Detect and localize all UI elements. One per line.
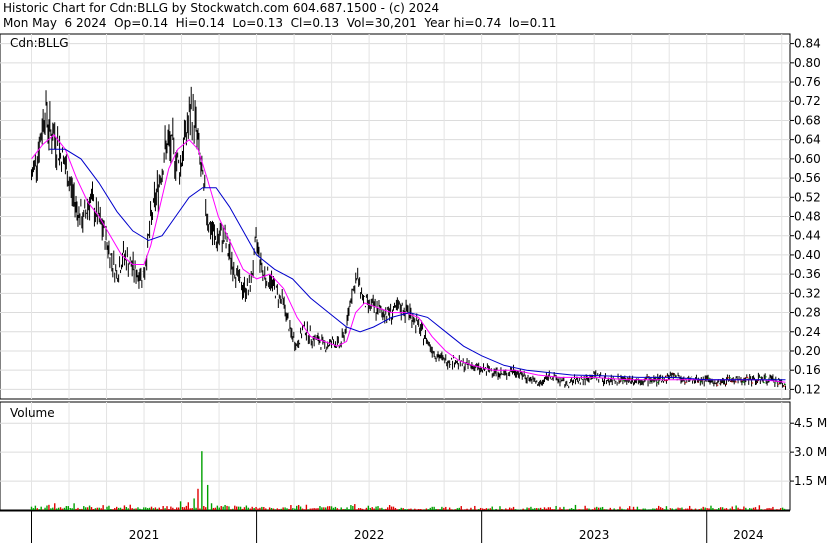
price-tick-label: 0.40 [794,248,821,262]
price-tick-label: 0.32 [794,286,821,300]
volume-panel: 4.5 M 3.0 M 1.5 M Volume [0,401,827,511]
price-tick-label: 0.72 [794,94,821,108]
price-panel: 0.84 0.80 0.76 0.72 0.68 0.64 0.60 0.56 0.52 0.48… [0,33,821,400]
volume-tick-label: 3.0 M [794,445,827,459]
volume-axis: 4.5 M 3.0 M 1.5 M [790,416,827,488]
price-tick-label: 0.12 [794,382,821,396]
volume-tick-label: 4.5 M [794,416,827,430]
price-tick-label: 0.44 [794,229,821,243]
price-tick-label: 0.68 [794,113,821,127]
year-label: 2022 [354,528,385,542]
volume-panel-frame [0,401,791,511]
price-tick-label: 0.52 [794,190,821,204]
price-tick-label: 0.28 [794,306,821,320]
year-label: 2023 [579,528,610,542]
year-label: 2024 [733,528,764,542]
volume-panel-title: Volume [10,406,55,420]
price-tick-label: 0.64 [794,133,821,147]
price-tick-label: 0.84 [794,37,821,51]
price-axis: 0.84 0.80 0.76 0.72 0.68 0.64 0.60 0.56 0.52 0.48… [790,37,821,396]
price-tick-label: 0.36 [794,267,821,281]
volume-tick-label: 1.5 M [794,474,827,488]
price-tick-label: 0.80 [794,56,821,70]
price-tick-label: 0.60 [794,152,821,166]
price-tick-label: 0.24 [794,325,821,339]
time-axis: 2021 2022 2023 2024 [0,510,790,543]
year-label: 2021 [129,528,160,542]
price-tick-label: 0.48 [794,210,821,224]
price-tick-label: 0.56 [794,171,821,185]
historic-chart: 0.84 0.80 0.76 0.72 0.68 0.64 0.60 0.56 0.52 0.48… [0,33,827,543]
price-tick-label: 0.16 [794,363,821,377]
price-tick-label: 0.20 [794,344,821,358]
price-tick-label: 0.76 [794,75,821,89]
price-panel-title: Cdn:BLLG [10,36,69,50]
